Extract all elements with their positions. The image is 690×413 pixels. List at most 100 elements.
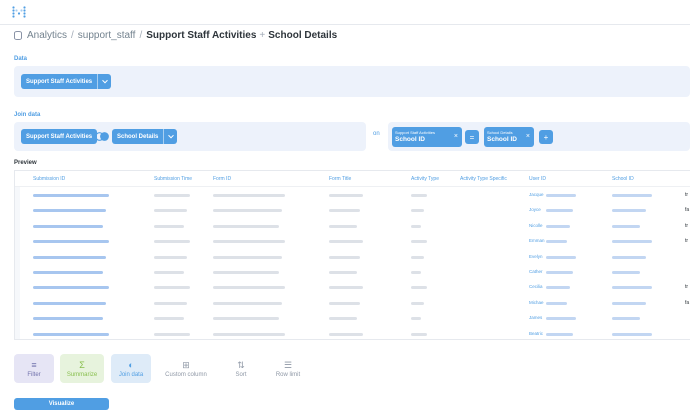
table-cell [612,209,646,213]
table-cell [33,224,103,228]
data-section-label: Data [14,56,28,62]
visualize-button[interactable]: Visualize [14,398,109,410]
table-row[interactable]: Jacque tr [15,188,690,204]
join-data-button[interactable]: ◐ Join data [111,354,151,383]
table-cell [411,240,427,244]
table-cell [154,317,184,321]
user-id-cell[interactable]: Nicolle [529,223,543,228]
table-cell [154,255,187,259]
user-id-cell[interactable]: Cather [529,269,543,274]
table-cell [546,209,573,213]
join-left-key-table: Support Staff Activities [395,130,435,135]
sort-button[interactable]: ⇅ Sort [224,354,258,383]
table-cell [546,240,567,244]
column-header[interactable]: Form Title [329,176,351,182]
table-cell [612,255,646,259]
custom-column-label: Custom column [165,371,207,378]
join-right-table-label: School Details [117,133,159,140]
column-header[interactable]: Submission ID [33,176,65,182]
user-id-cell[interactable]: Michae [529,300,544,305]
table-row[interactable]: James [15,311,690,327]
data-table-picker[interactable]: Support Staff Activities [21,74,112,89]
chevron-down-icon[interactable] [163,129,177,144]
column-header[interactable]: Activity Type Specific [460,176,507,182]
row-limit-button[interactable]: ☰ Row limit [268,354,308,383]
user-id-cell[interactable]: Beatric [529,331,543,336]
table-cell [33,240,109,244]
join-icon: ◐ [128,359,134,370]
add-join-condition-button[interactable]: + [539,130,553,144]
custom-column-button[interactable]: ⊞ Custom column [160,354,212,383]
list-icon: ☰ [283,359,293,370]
breadcrumb-schema[interactable]: support_staff [78,30,136,41]
join-type-icon[interactable] [95,132,109,141]
table-row[interactable]: Emman tr [15,234,690,250]
user-id-cell[interactable]: Emman [529,238,545,243]
table-cell [329,240,363,244]
sort-label: Sort [235,371,247,378]
filter-button[interactable]: ≡ Filter [14,354,54,383]
breadcrumb-joined-table[interactable]: School Details [268,30,337,41]
table-row[interactable]: Beatric [15,327,690,339]
user-id-cell[interactable]: Evelyn [529,254,543,259]
user-id-cell[interactable]: Cecilia [529,284,543,289]
join-operator-button[interactable]: = [465,130,479,144]
table-cell [411,286,427,290]
join-left-well: Support Staff Activities School Details [14,122,366,151]
table-cell [213,286,285,290]
table-row[interactable]: Nicolle tr [15,219,690,235]
table-cell [154,209,187,213]
preview-label: Preview [14,160,37,166]
table-cell [154,240,190,244]
sigma-icon: Σ [79,359,85,370]
join-right-key-column: School ID [487,136,517,143]
column-header[interactable]: User ID [529,176,546,182]
data-step-well: Support Staff Activities [14,66,690,97]
table-cell [329,286,363,290]
table-cell [329,301,360,305]
column-header[interactable]: Submission Time [154,176,192,182]
table-cell [546,286,570,290]
table-cell [612,271,640,274]
join-left-key[interactable]: Support Staff Activities School ID × [392,127,462,147]
table-cell [33,271,103,274]
table-row[interactable]: Joyce fa [15,203,690,219]
summarize-button[interactable]: Σ Summarize [60,354,104,383]
table-cell: tr [685,192,689,198]
preview-table: Submission ID Submission Time Form ID Form … [14,170,690,340]
table-cell [612,240,652,244]
table-cell [612,301,646,305]
table-cell [154,301,187,305]
table-row[interactable]: Michae fa [15,296,690,312]
user-id-cell[interactable]: James [529,315,542,320]
table-row[interactable]: Cather [15,265,690,281]
join-left-table[interactable]: Support Staff Activities [21,129,98,144]
metabase-logo-icon[interactable] [12,6,26,18]
table-cell [546,317,576,321]
join-right-table-picker[interactable]: School Details [112,129,178,144]
column-header[interactable]: Form ID [213,176,231,182]
column-header[interactable]: Activity Type [411,176,439,182]
table-cell [213,332,285,336]
table-cell [411,271,421,274]
user-id-cell[interactable]: Jacque [529,192,544,197]
table-cell [329,255,360,259]
row-limit-label: Row limit [275,371,301,378]
breadcrumb-separator: / [139,29,143,41]
table-row[interactable]: Cecilia tr [15,280,690,296]
breadcrumb-database[interactable]: Analytics [27,30,67,41]
table-cell [154,286,190,290]
data-table-label: Support Staff Activities [26,78,93,85]
table-cell [411,301,424,305]
table-row[interactable]: Evelyn [15,250,690,266]
user-id-cell[interactable]: Joyce [529,207,541,212]
breadcrumb: Analytics / support_staff / Support Staf… [14,28,337,42]
join-right-key[interactable]: School Details School ID × [484,127,534,147]
column-header[interactable]: School ID [612,176,634,182]
table-cell [213,209,282,213]
close-icon[interactable]: × [526,133,530,140]
chevron-down-icon[interactable] [97,74,111,89]
table-cell [411,332,427,336]
close-icon[interactable]: × [454,133,458,140]
breadcrumb-table[interactable]: Support Staff Activities [146,30,256,41]
